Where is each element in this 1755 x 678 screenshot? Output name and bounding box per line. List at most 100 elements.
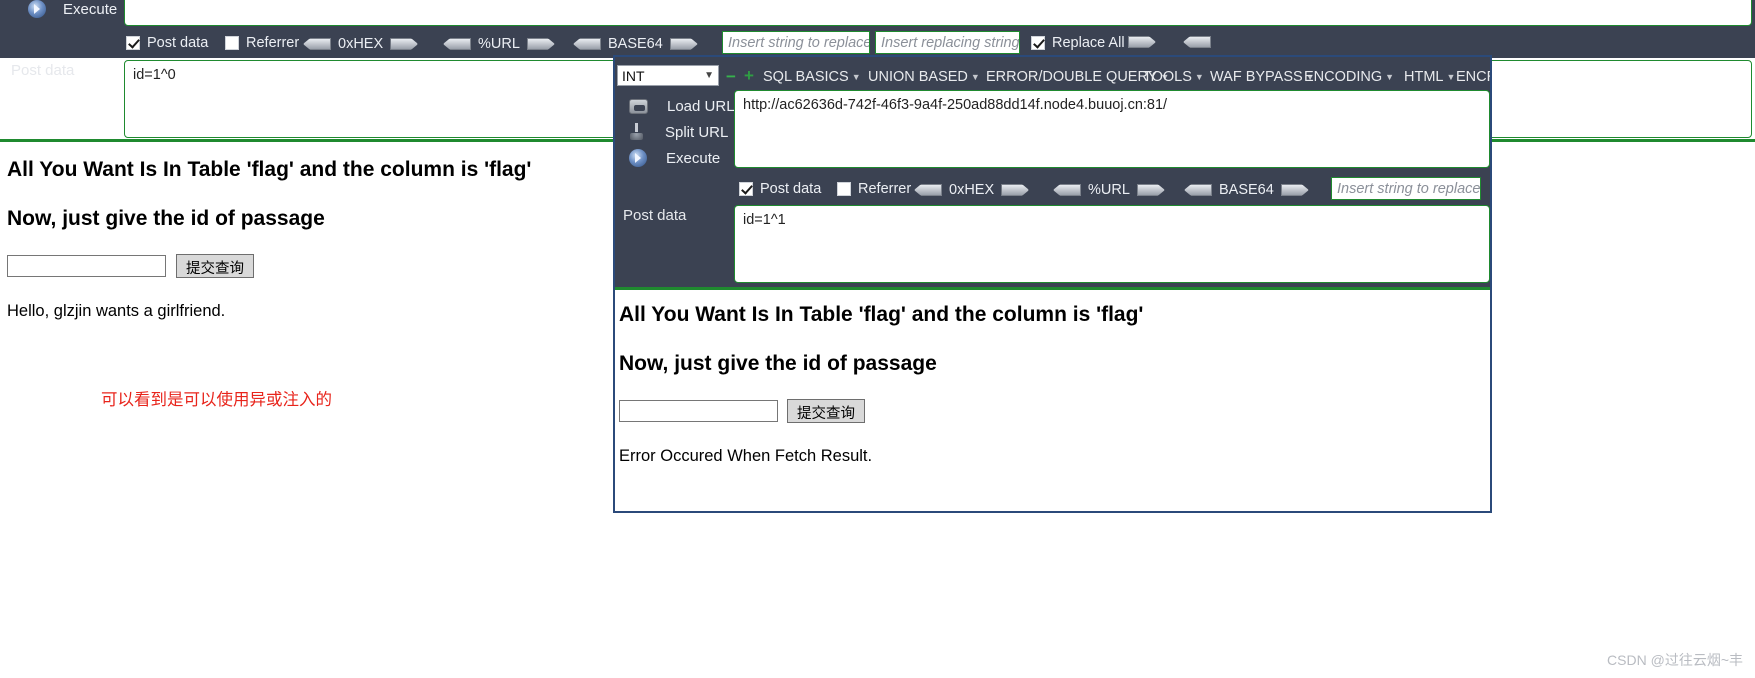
decode-arrow-icon[interactable]	[1184, 184, 1212, 196]
inner-postdata-checkbox[interactable]: Post data	[739, 181, 821, 197]
inner-url-box[interactable]: http://ac62636d-742f-46f3-9a4f-250ad88dd…	[734, 90, 1490, 168]
inner-menu-sql-basics-label: SQL BASICS	[763, 69, 849, 85]
inner-postdata-checkbox-label: Post data	[760, 181, 822, 197]
inner-menu-waf-bypass[interactable]: WAF BYPASS ▼	[1210, 69, 1315, 85]
inner-menu-union-based[interactable]: UNION BASED ▼	[868, 69, 980, 85]
decode-arrow-icon[interactable]	[303, 38, 331, 50]
inner-page-heading-2: Now, just give the id of passage	[619, 352, 937, 375]
inner-postdata-box[interactable]: id=1^1	[734, 205, 1490, 283]
outer-execute-action[interactable]: Execute	[28, 0, 117, 18]
csdn-watermark: CSDN @过往云烟~丰	[1607, 652, 1743, 668]
outer-replace-with-input[interactable]: Insert replacing string	[875, 31, 1020, 54]
inner-encoder-base64[interactable]: BASE64	[1184, 182, 1309, 198]
inner-execute-action[interactable]: Execute	[629, 149, 720, 167]
outer-encoder-base64[interactable]: BASE64	[573, 36, 698, 52]
split-url-icon	[629, 123, 645, 141]
inner-menu-union-based-label: UNION BASED	[868, 69, 968, 85]
inner-menu-tools[interactable]: TOOLS ▼	[1143, 69, 1204, 85]
outer-encoder-url[interactable]: %URL	[443, 36, 555, 52]
inner-type-select[interactable]: INT ▼	[617, 65, 719, 86]
inner-postdata-value: id=1^1	[743, 212, 786, 228]
inner-menu-html-label: HTML	[1404, 69, 1444, 85]
inner-postdata-label: Post data	[623, 207, 687, 224]
inner-menu-error-double-query-label: ERROR/DOUBLE QUERY	[986, 69, 1158, 85]
outer-encoder-base64-label: BASE64	[608, 36, 663, 52]
outer-page-heading-2: Now, just give the id of passage	[7, 207, 325, 230]
encode-arrow-icon[interactable]	[669, 38, 698, 50]
decode-arrow-icon[interactable]	[914, 184, 942, 196]
inner-page-heading-1: All You Want Is In Table 'flag' and the …	[619, 303, 1144, 326]
inner-menu-sql-basics[interactable]: SQL BASICS ▼	[763, 69, 861, 85]
outer-replace-find-input[interactable]: Insert string to replace	[722, 31, 870, 54]
inner-encoder-url-label: %URL	[1088, 182, 1130, 198]
encode-arrow-icon[interactable]	[526, 38, 555, 50]
decode-arrow-icon[interactable]	[1183, 36, 1211, 48]
outer-replace-all-label: Replace All	[1052, 35, 1125, 51]
decode-arrow-icon[interactable]	[573, 38, 601, 50]
outer-result-text: Hello, glzjin wants a girlfriend.	[7, 302, 226, 320]
chevron-down-icon: ▼	[1446, 72, 1456, 82]
chevron-down-icon: ▼	[970, 72, 980, 82]
annotation-note: 可以看到是可以使用异或注入的	[101, 391, 332, 409]
chevron-down-icon: ▼	[704, 70, 714, 81]
decode-arrow-icon[interactable]	[1053, 184, 1081, 196]
inner-window: INT ▼ − + SQL BASICS ▼ UNION BASED ▼ ERR…	[613, 55, 1492, 513]
chevron-down-icon: ▼	[851, 72, 861, 82]
checkbox-box[interactable]	[739, 182, 753, 196]
outer-url-box[interactable]	[124, 0, 1752, 26]
decode-arrow-icon[interactable]	[443, 38, 471, 50]
inner-encoder-hex-label: 0xHEX	[949, 182, 995, 198]
inner-menu-encry-label: ENCRY	[1456, 69, 1490, 85]
inner-menu-encry[interactable]: ENCRY	[1456, 69, 1490, 85]
inner-submit-button[interactable]: 提交查询	[787, 399, 865, 423]
inner-execute-label: Execute	[666, 149, 721, 167]
inner-minus-button[interactable]: −	[726, 68, 736, 85]
chevron-down-icon: ▼	[1385, 72, 1395, 82]
inner-plus-button[interactable]: +	[744, 67, 754, 84]
outer-postdata-checkbox-label: Post data	[147, 35, 209, 51]
inner-menu-tools-label: TOOLS	[1143, 69, 1192, 85]
inner-replace-find-input[interactable]: Insert string to replace	[1331, 177, 1481, 200]
inner-load-url-action[interactable]: Load URL	[629, 98, 735, 115]
outer-replace-encoder[interactable]	[1128, 36, 1211, 48]
inner-menu-encoding-label: ENCODING	[1304, 69, 1383, 85]
execute-play-icon	[629, 149, 647, 167]
outer-encoder-url-label: %URL	[478, 36, 520, 52]
outer-encoder-hex-label: 0xHEX	[338, 36, 384, 52]
inner-encoder-url[interactable]: %URL	[1053, 182, 1165, 198]
inner-id-input[interactable]	[619, 400, 778, 422]
inner-load-url-label: Load URL	[667, 98, 735, 115]
outer-encoder-hex[interactable]: 0xHEX	[303, 36, 419, 52]
encode-arrow-icon[interactable]	[1001, 184, 1030, 196]
inner-url-value: http://ac62636d-742f-46f3-9a4f-250ad88dd…	[743, 97, 1168, 113]
outer-page-heading-1: All You Want Is In Table 'flag' and the …	[7, 158, 532, 181]
outer-execute-label: Execute	[63, 0, 118, 18]
inner-menu-error-double-query[interactable]: ERROR/DOUBLE QUERY ▼	[986, 69, 1169, 85]
outer-referrer-checkbox[interactable]: Referrer	[225, 35, 299, 51]
checkbox-box[interactable]	[225, 36, 239, 50]
outer-replace-all-checkbox[interactable]: Replace All	[1031, 35, 1125, 51]
inner-encoder-hex[interactable]: 0xHEX	[914, 182, 1030, 198]
inner-toolbar-divider	[615, 287, 1490, 290]
execute-play-icon	[28, 0, 46, 18]
encode-arrow-icon[interactable]	[1280, 184, 1309, 196]
inner-menu-waf-bypass-label: WAF BYPASS	[1210, 69, 1303, 85]
encode-arrow-icon[interactable]	[1136, 184, 1165, 196]
checkbox-box[interactable]	[837, 182, 851, 196]
outer-submit-button[interactable]: 提交查询	[176, 254, 254, 278]
inner-referrer-checkbox[interactable]: Referrer	[837, 181, 911, 197]
checkbox-box[interactable]	[1031, 36, 1045, 50]
inner-result-text: Error Occured When Fetch Result.	[619, 447, 873, 465]
outer-postdata-label: Post data	[11, 62, 75, 79]
encode-arrow-icon[interactable]	[1128, 36, 1156, 48]
checkbox-box[interactable]	[126, 36, 140, 50]
chevron-down-icon: ▼	[1194, 72, 1204, 82]
inner-menu-encoding[interactable]: ENCODING ▼	[1304, 69, 1394, 85]
load-url-icon	[629, 99, 648, 114]
inner-split-url-action[interactable]: Split URL	[629, 123, 728, 141]
inner-menu-html[interactable]: HTML ▼	[1404, 69, 1455, 85]
encode-arrow-icon[interactable]	[390, 38, 419, 50]
outer-id-input[interactable]	[7, 255, 166, 277]
inner-referrer-checkbox-label: Referrer	[858, 181, 912, 197]
outer-postdata-checkbox[interactable]: Post data	[126, 35, 208, 51]
